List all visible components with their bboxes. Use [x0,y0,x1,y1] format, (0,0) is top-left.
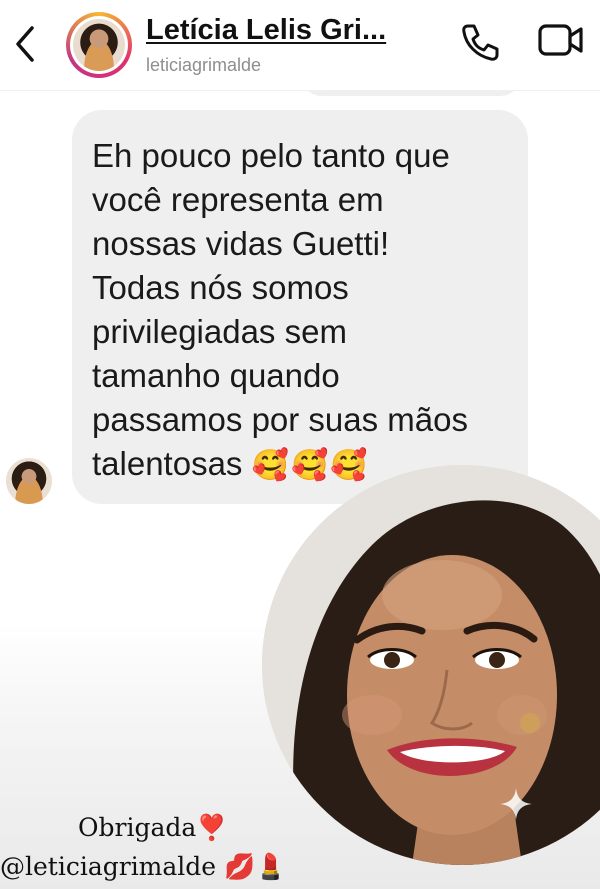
kiss-lipstick-icon: 💋💄 [224,852,287,881]
sender-avatar[interactable] [6,458,52,504]
phone-icon [462,24,499,61]
video-camera-icon [538,24,583,56]
caption-thanks-text: Obrigada [78,813,197,842]
video-call-button[interactable] [536,18,586,62]
chat-header: Letícia Lelis Gri... leticiagrimalde [0,0,600,90]
chevron-left-icon [16,26,34,62]
profile-photo [73,19,125,71]
caption-thanks: Obrigada❣️ [78,813,227,843]
message-emoji: 🥰🥰🥰 [251,449,370,482]
back-button[interactable] [6,18,46,70]
message-bubble[interactable]: Eh pouco pelo tanto que você representa … [72,110,528,504]
contact-handle: leticiagrimalde [146,55,262,75]
call-button[interactable] [458,20,502,64]
header-divider [0,90,600,91]
caption-mention-text: @leticiagrimalde [0,852,217,881]
message-body: Eh pouco pelo tanto que você representa … [92,137,469,482]
heart-exclamation-icon: ❣️ [196,813,228,842]
caption-mention[interactable]: @leticiagrimalde 💋💄 [0,852,286,882]
contact-name[interactable]: Letícia Lelis Gri... [146,14,386,47]
message-text: Eh pouco pelo tanto que você representa … [92,134,522,488]
dm-screenshot-story: Letícia Lelis Gri... leticiagrimalde Eh … [0,0,600,889]
sparkle-icon [500,788,532,820]
portrait-photo [262,465,600,865]
header-avatar[interactable] [66,12,132,78]
